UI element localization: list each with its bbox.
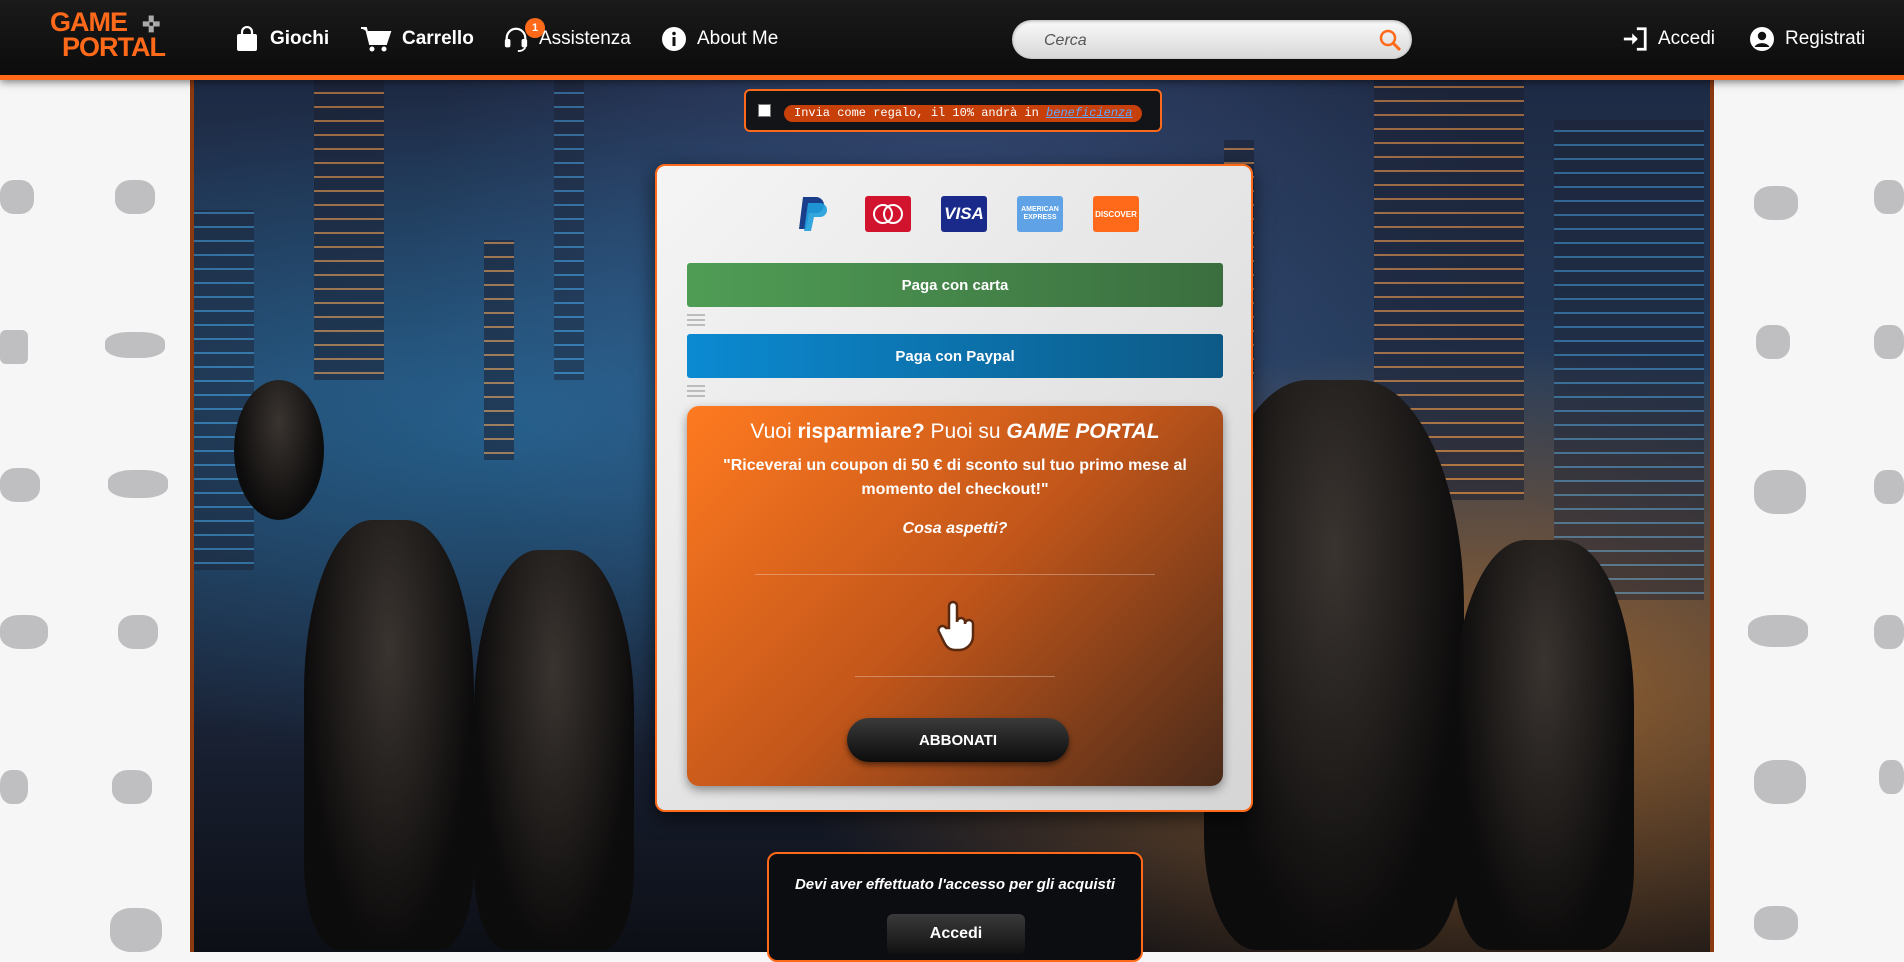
promo-title-pre: Vuoi	[750, 420, 798, 443]
mastercard-icon	[865, 196, 911, 232]
nav-label: About Me	[697, 28, 779, 49]
dice-icon	[0, 468, 40, 502]
nav-giochi[interactable]: Giochi	[234, 22, 329, 56]
heart-icon	[1754, 760, 1806, 804]
gamepad-icon: ✜	[142, 12, 160, 37]
login-button[interactable]: Accedi	[887, 914, 1025, 954]
divider	[755, 574, 1155, 575]
gift-text: Invia come regalo, il 10% andrà in	[794, 106, 1047, 120]
heart-icon	[1754, 906, 1798, 940]
amex-icon: AMERICAN EXPRESS	[1017, 196, 1063, 232]
heart-icon	[110, 908, 162, 952]
gamepad-icon	[1879, 760, 1904, 794]
nav-label: Carrello	[402, 28, 474, 49]
search-bar	[1012, 20, 1412, 61]
paypal-icon	[789, 196, 835, 232]
heart-icon	[1756, 325, 1790, 359]
logo-line2: PORTAL	[62, 32, 166, 62]
login-required-box: Devi aver effettuato l'accesso per gli a…	[767, 852, 1143, 962]
shopping-bag-icon	[234, 26, 260, 52]
side-pattern-right	[1714, 80, 1904, 952]
register-link[interactable]: Registrati	[1749, 22, 1865, 56]
heart-icon	[1754, 470, 1806, 514]
gift-label: Invia come regalo, il 10% andrà in benef…	[784, 105, 1143, 122]
search-input[interactable]	[1042, 20, 1366, 61]
cart-icon	[360, 26, 392, 52]
heart-icon	[115, 180, 155, 214]
nav-assistenza[interactable]: Assistenza	[503, 22, 631, 56]
subscription-promo: Vuoi risparmiare? Puoi su GAME PORTAL "R…	[687, 406, 1223, 786]
gamepad-icon	[105, 332, 165, 358]
gift-option-bar: Invia come regalo, il 10% andrà in benef…	[744, 89, 1162, 132]
divider	[855, 676, 1055, 677]
gamepad-icon	[1874, 470, 1904, 504]
login-label: Accedi	[1658, 28, 1716, 49]
payment-panel: VISA AMERICAN EXPRESS DISCOVER Paga con c…	[655, 164, 1253, 812]
headset-icon	[503, 26, 529, 52]
gamepad-icon	[1748, 615, 1808, 647]
gamepad-icon	[1874, 615, 1904, 649]
promo-quote: "Riceverai un coupon di 50 € di sconto s…	[723, 457, 1187, 498]
promo-question: Cosa aspetti?	[902, 520, 1008, 537]
promo-title-mid: Puoi su	[924, 420, 1007, 443]
user-circle-icon	[1749, 26, 1775, 52]
gift-checkbox[interactable]	[758, 104, 771, 117]
search-icon[interactable]	[1378, 28, 1402, 52]
promo-title-bold: risparmiare?	[797, 420, 925, 443]
pay-with-card-button[interactable]: Paga con carta	[687, 263, 1223, 307]
gamepad-icon	[0, 770, 28, 804]
promo-title: Vuoi risparmiare? Puoi su GAME PORTAL	[687, 420, 1223, 444]
drag-handle-icon	[687, 314, 705, 326]
gamepad-icon	[108, 470, 168, 498]
login-link[interactable]: Accedi	[1622, 22, 1715, 56]
gamepad-icon	[0, 615, 48, 649]
info-icon	[661, 26, 687, 52]
top-navigation-bar: GAME ✜ PORTAL Giochi Carrello 1 Assisten…	[0, 0, 1904, 80]
gamepad-icon	[0, 180, 34, 214]
register-label: Registrati	[1785, 28, 1866, 49]
side-pattern-left	[0, 80, 190, 952]
promo-title-brand: GAME PORTAL	[1006, 420, 1160, 443]
charity-link[interactable]: beneficienza	[1046, 106, 1132, 120]
nav-label: Giochi	[270, 28, 330, 49]
gamepad-icon	[1754, 186, 1798, 220]
heart-icon	[118, 615, 158, 649]
login-required-message: Devi aver effettuato l'accesso per gli a…	[794, 876, 1116, 893]
visa-icon: VISA	[941, 196, 987, 232]
nav-label: Assistenza	[539, 28, 631, 49]
nav-about-me[interactable]: About Me	[661, 22, 778, 56]
heart-icon	[112, 770, 152, 804]
drag-handle-icon	[687, 385, 705, 397]
nav-carrello[interactable]: Carrello 1	[360, 18, 545, 56]
pointing-hand-icon	[935, 598, 979, 652]
discover-icon: DISCOVER	[1093, 196, 1139, 232]
gamepad-icon	[0, 330, 28, 364]
pay-with-paypal-button[interactable]: Paga con Paypal	[687, 334, 1223, 378]
gamepad-icon	[1874, 325, 1904, 359]
sign-in-icon	[1622, 26, 1648, 52]
gamepad-icon	[1874, 180, 1904, 214]
game-portal-logo[interactable]: GAME ✜ PORTAL	[50, 9, 180, 66]
card-brand-list: VISA AMERICAN EXPRESS DISCOVER	[789, 196, 1139, 232]
subscribe-button[interactable]: ABBONATI	[847, 718, 1069, 762]
